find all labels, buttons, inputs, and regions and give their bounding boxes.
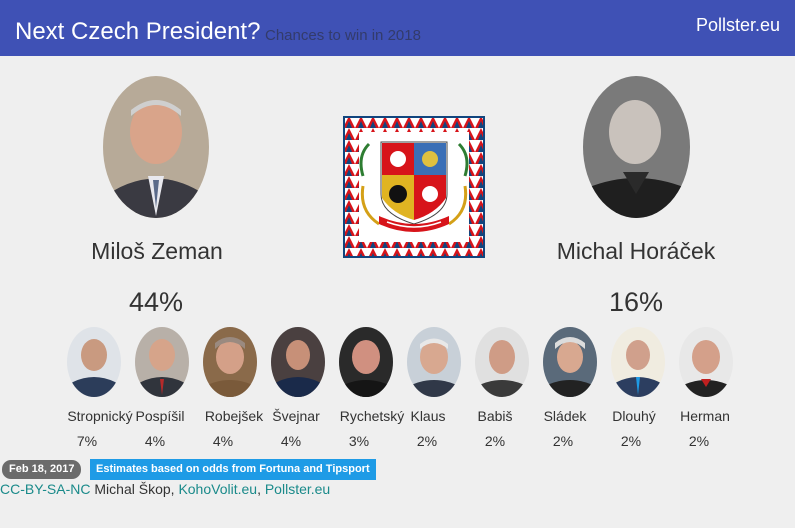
source-note-badge: Estimates based on odds from Fortuna and…: [90, 459, 376, 480]
candidate-photo-sladek: [543, 327, 597, 397]
candidate-percent-4: 4%: [280, 433, 302, 449]
candidate-percent-1: 7%: [76, 433, 98, 449]
person-photo-icon: [103, 76, 209, 218]
page-title: Next Czech President?: [15, 18, 261, 45]
candidate-percent-3: 4%: [212, 433, 234, 449]
leader-percent-1: 44%: [128, 287, 184, 317]
presidential-standard-emblem: [343, 116, 485, 258]
person-photo-icon: [271, 327, 325, 397]
candidate-percent-6: 2%: [416, 433, 438, 449]
person-photo-icon: [583, 76, 690, 218]
candidate-photo-babis: [475, 327, 529, 397]
pollster-link[interactable]: Pollster.eu: [265, 481, 330, 497]
candidate-photo-svejnar: [271, 327, 325, 397]
date-badge: Feb 18, 2017: [2, 460, 82, 479]
page-subtitle: Chances to win in 2018: [265, 27, 421, 44]
candidate-percent-9: 2%: [620, 433, 642, 449]
leader-name-2: Michal Horáček: [556, 238, 716, 264]
candidate-photo-stropnicky: [67, 327, 121, 397]
kohovolit-link[interactable]: KohoVolit.eu: [178, 481, 257, 497]
person-photo-icon: [679, 327, 733, 397]
candidate-percent-8: 2%: [552, 433, 574, 449]
person-photo-icon: [611, 327, 665, 397]
person-photo-icon: [407, 327, 461, 397]
candidate-photo-rychetsky: [339, 327, 393, 397]
candidate-photo-horacek: [583, 76, 690, 218]
person-photo-icon: [203, 327, 257, 397]
credits-line: CC-BY-SA-NC Michal Škop, KohoVolit.eu, P…: [0, 481, 330, 497]
candidate-percent-2: 4%: [144, 433, 166, 449]
person-photo-icon: [475, 327, 529, 397]
person-photo-icon: [339, 327, 393, 397]
leader-name-1: Miloš Zeman: [91, 238, 223, 264]
person-photo-icon: [67, 327, 121, 397]
candidate-photo-dlouhy: [611, 327, 665, 397]
license-link[interactable]: CC-BY-SA-NC: [0, 481, 91, 497]
brand-link[interactable]: Pollster.eu: [696, 15, 780, 36]
leader-percent-2: 16%: [608, 287, 664, 317]
candidate-photo-zeman: [103, 76, 209, 218]
separator-text: ,: [257, 481, 265, 497]
candidate-percent-7: 2%: [484, 433, 506, 449]
person-photo-icon: [135, 327, 189, 397]
candidate-name-10: Herman: [680, 408, 730, 424]
person-photo-icon: [543, 327, 597, 397]
candidate-photo-herman: [679, 327, 733, 397]
candidate-photo-klaus: [407, 327, 461, 397]
candidate-photo-pospisil: [135, 327, 189, 397]
candidate-percent-10: 2%: [688, 433, 710, 449]
candidate-percent-5: 3%: [348, 433, 370, 449]
header-bar: Next Czech President? Chances to win in …: [0, 0, 795, 56]
coat-of-arms-icon: [343, 116, 485, 258]
candidate-photo-robejsek: [203, 327, 257, 397]
author-text: Michal Škop,: [90, 481, 179, 497]
